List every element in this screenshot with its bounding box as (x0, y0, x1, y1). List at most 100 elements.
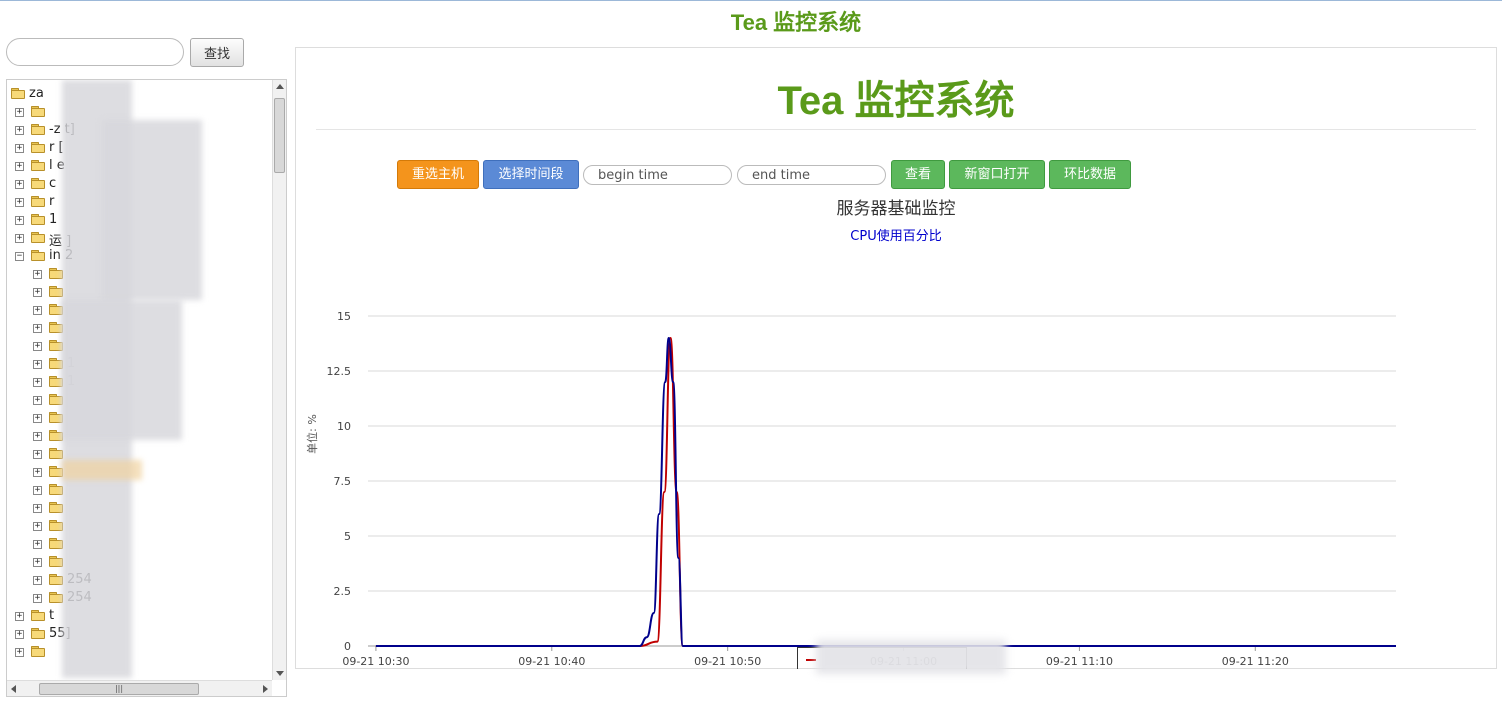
main-panel: Tea 监控系统 重选主机 选择时间段 查看 新窗口打开 环比数据 服务器基础监… (295, 47, 1497, 674)
tree-horizontal-scrollbar[interactable]: ||| (7, 680, 272, 696)
search-button[interactable]: 查找 (190, 38, 244, 67)
end-time-input[interactable] (737, 165, 886, 185)
tree-node[interactable]: + 254 (7, 571, 267, 589)
tree-node-label: 1 (49, 212, 58, 227)
expand-icon[interactable]: + (33, 414, 42, 423)
tree-node-label: za (29, 86, 44, 101)
y-tick-label: 5 (344, 530, 351, 543)
y-tick-label: 10 (337, 420, 351, 433)
x-tick-label: 09-21 11:20 (1222, 655, 1289, 668)
tree-node[interactable]: + 254 (7, 589, 267, 607)
folder-icon (31, 610, 45, 621)
expand-icon[interactable]: + (15, 180, 24, 189)
scroll-left-icon[interactable] (11, 685, 16, 693)
folder-icon (49, 592, 63, 603)
folder-icon (31, 160, 45, 171)
tree-node[interactable]: + (7, 535, 267, 553)
open-new-window-button[interactable]: 新窗口打开 (949, 160, 1045, 189)
folder-icon (49, 448, 63, 459)
search-input[interactable] (6, 38, 184, 66)
expand-icon[interactable]: + (15, 216, 24, 225)
expand-icon[interactable]: + (33, 450, 42, 459)
series-lines (375, 336, 1396, 648)
scroll-up-icon[interactable] (276, 84, 284, 89)
legend-swatch (806, 659, 816, 661)
folder-open-icon (11, 88, 25, 99)
divider (316, 129, 1476, 130)
expand-icon[interactable]: + (33, 270, 42, 279)
expand-icon[interactable]: + (15, 108, 24, 117)
tree-node[interactable]: + (7, 481, 267, 499)
expand-icon[interactable]: + (15, 612, 24, 621)
expand-icon[interactable]: + (15, 144, 24, 153)
scroll-down-icon[interactable] (276, 671, 284, 676)
expand-icon[interactable]: + (33, 360, 42, 369)
tree-node-label: t (49, 608, 55, 623)
compare-data-button[interactable]: 环比数据 (1049, 160, 1131, 189)
tree-node[interactable]: + t (7, 607, 267, 625)
expand-icon[interactable]: + (33, 342, 42, 351)
expand-icon[interactable]: + (15, 630, 24, 639)
folder-icon (49, 340, 63, 351)
redaction-blur (816, 640, 1006, 674)
scroll-right-icon[interactable] (263, 685, 268, 693)
folder-icon (49, 358, 63, 369)
redaction-blur (102, 120, 202, 300)
folder-icon (31, 232, 45, 243)
expand-icon[interactable]: + (33, 378, 42, 387)
tree-node[interactable]: + (7, 643, 267, 661)
expand-icon[interactable]: + (33, 540, 42, 549)
expand-icon[interactable]: + (33, 594, 42, 603)
series-line-1 (375, 336, 1396, 648)
expand-icon[interactable]: + (15, 126, 24, 135)
folder-icon (31, 124, 45, 135)
expand-icon[interactable]: + (33, 288, 42, 297)
cpu-chart: 服务器基础监控 CPU使用百分比 单位: % 02.557.51012.515 … (305, 199, 1396, 668)
tree-node[interactable]: + (7, 499, 267, 517)
folder-icon (49, 430, 63, 441)
tree-node[interactable]: + (7, 103, 267, 121)
folder-icon (31, 628, 45, 639)
expand-icon[interactable]: + (15, 162, 24, 171)
begin-time-input[interactable] (583, 165, 732, 185)
expand-icon[interactable]: + (33, 396, 42, 405)
redaction-blur (62, 300, 182, 440)
tree-node[interactable]: za (7, 85, 267, 103)
tree-node[interactable]: + 55] (7, 625, 267, 643)
view-button[interactable]: 查看 (891, 160, 945, 189)
folder-icon (31, 646, 45, 657)
select-period-button[interactable]: 选择时间段 (483, 160, 579, 189)
scroll-thumb[interactable]: ||| (39, 683, 199, 695)
collapse-icon[interactable]: − (15, 252, 24, 261)
folder-icon (49, 412, 63, 423)
y-axis-label: 单位: % (305, 414, 319, 454)
expand-icon[interactable]: + (33, 432, 42, 441)
scroll-thumb[interactable] (274, 98, 285, 173)
folder-icon (49, 466, 63, 477)
expand-icon[interactable]: + (33, 486, 42, 495)
tree-node[interactable]: + (7, 553, 267, 571)
y-tick-label: 15 (337, 310, 351, 323)
expand-icon[interactable]: + (33, 324, 42, 333)
x-tick-label: 09-21 10:30 (342, 655, 409, 668)
folder-icon (49, 574, 63, 585)
expand-icon[interactable]: + (33, 306, 42, 315)
y-tick-label: 2.5 (334, 585, 352, 598)
expand-icon[interactable]: + (15, 234, 24, 243)
folder-icon (49, 484, 63, 495)
expand-icon[interactable]: + (15, 648, 24, 657)
x-tick-label: 09-21 10:50 (694, 655, 761, 668)
reselect-host-button[interactable]: 重选主机 (397, 160, 479, 189)
expand-icon[interactable]: + (33, 576, 42, 585)
series-line-2 (375, 336, 1396, 648)
expand-icon[interactable]: + (33, 522, 42, 531)
expand-icon[interactable]: + (15, 198, 24, 207)
expand-icon[interactable]: + (33, 558, 42, 567)
expand-icon[interactable]: + (33, 504, 42, 513)
expand-icon[interactable]: + (33, 468, 42, 477)
tree-vertical-scrollbar[interactable] (272, 80, 286, 680)
top-border (0, 0, 1502, 1)
folder-icon (49, 520, 63, 531)
folder-icon (49, 268, 63, 279)
tree-node[interactable]: + (7, 517, 267, 535)
